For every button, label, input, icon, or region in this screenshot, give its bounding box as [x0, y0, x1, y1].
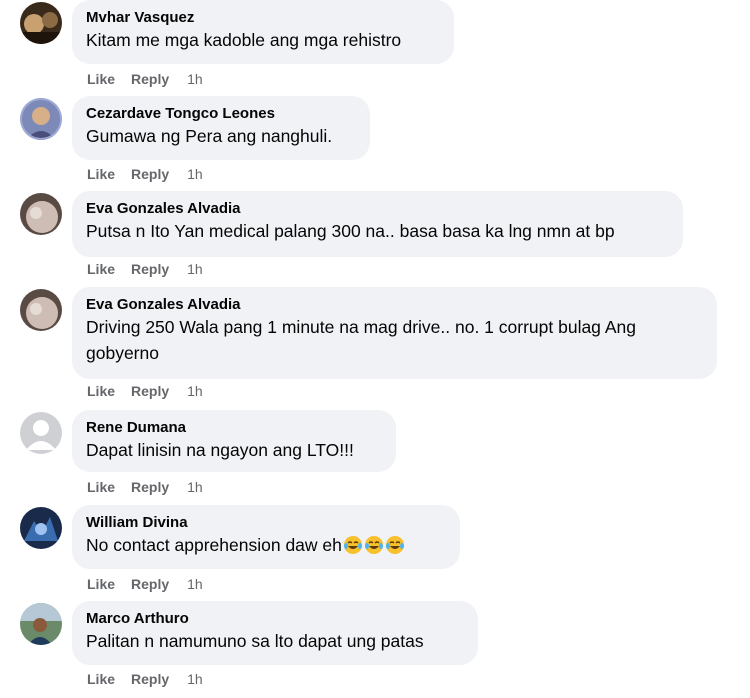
avatar[interactable] — [20, 603, 62, 645]
avatar[interactable] — [20, 412, 62, 454]
reply-button[interactable]: Reply — [131, 166, 169, 182]
comment-text: No contact apprehension daw eh — [86, 535, 342, 555]
like-button[interactable]: Like — [87, 671, 115, 687]
laughing-crying-emoji — [343, 535, 363, 555]
avatar[interactable] — [20, 193, 62, 235]
avatar[interactable] — [20, 507, 62, 549]
like-button[interactable]: Like — [87, 166, 115, 182]
timestamp[interactable]: 1h — [187, 479, 203, 495]
comment-author[interactable]: Mvhar Vasquez — [86, 8, 440, 27]
avatar[interactable] — [20, 98, 62, 140]
like-button[interactable]: Like — [87, 479, 115, 495]
reply-button[interactable]: Reply — [131, 671, 169, 687]
comment-actions: Like Reply 1h — [87, 479, 219, 495]
laughing-crying-emoji — [364, 535, 384, 555]
timestamp[interactable]: 1h — [187, 71, 203, 87]
reply-button[interactable]: Reply — [131, 479, 169, 495]
comment-author[interactable]: William Divina — [86, 513, 446, 532]
comment-actions: Like Reply 1h — [87, 671, 219, 687]
comment-actions: Like Reply 1h — [87, 166, 219, 182]
comment-bubble: Eva Gonzales Alvadia Driving 250 Wala pa… — [72, 287, 717, 379]
comment-bubble: William Divina No contact apprehension d… — [72, 505, 460, 569]
comment-text: Palitan n namumuno sa lto dapat ung pata… — [86, 631, 424, 651]
reply-button[interactable]: Reply — [131, 71, 169, 87]
like-button[interactable]: Like — [87, 576, 115, 592]
timestamp[interactable]: 1h — [187, 576, 203, 592]
timestamp[interactable]: 1h — [187, 383, 203, 399]
comment-author[interactable]: Rene Dumana — [86, 418, 382, 437]
comment-author[interactable]: Eva Gonzales Alvadia — [86, 199, 669, 218]
timestamp[interactable]: 1h — [187, 671, 203, 687]
avatar[interactable] — [20, 2, 62, 44]
like-button[interactable]: Like — [87, 261, 115, 277]
comment-actions: Like Reply 1h — [87, 71, 219, 87]
comment-author[interactable]: Cezardave Tongco Leones — [86, 104, 356, 123]
avatar[interactable] — [20, 289, 62, 331]
comment-author[interactable]: Eva Gonzales Alvadia — [86, 295, 703, 314]
comment-text: Gumawa ng Pera ang nanghuli. — [86, 126, 333, 146]
comment-bubble: Mvhar Vasquez Kitam me mga kadoble ang m… — [72, 0, 454, 64]
reply-button[interactable]: Reply — [131, 383, 169, 399]
comment-actions: Like Reply 1h — [87, 383, 219, 399]
comment-actions: Like Reply 1h — [87, 576, 219, 592]
laughing-crying-emoji — [385, 535, 405, 555]
comment-author[interactable]: Marco Arthuro — [86, 609, 464, 628]
timestamp[interactable]: 1h — [187, 166, 203, 182]
comment-text-row: No contact apprehension daw eh — [86, 532, 446, 558]
like-button[interactable]: Like — [87, 383, 115, 399]
comment-text: Putsa n Ito Yan medical palang 300 na.. … — [86, 221, 615, 241]
comment-bubble: Marco Arthuro Palitan n namumuno sa lto … — [72, 601, 478, 665]
timestamp[interactable]: 1h — [187, 261, 203, 277]
comment-bubble: Rene Dumana Dapat linisin na ngayon ang … — [72, 410, 396, 472]
comment-actions: Like Reply 1h — [87, 261, 219, 277]
comment-text: Kitam me mga kadoble ang mga rehistro — [86, 30, 402, 50]
like-button[interactable]: Like — [87, 71, 115, 87]
reply-button[interactable]: Reply — [131, 576, 169, 592]
comment-text: Dapat linisin na ngayon ang LTO!!! — [86, 440, 354, 460]
reply-button[interactable]: Reply — [131, 261, 169, 277]
comment-text: Driving 250 Wala pang 1 minute na mag dr… — [86, 317, 636, 363]
comment-bubble: Cezardave Tongco Leones Gumawa ng Pera a… — [72, 96, 370, 160]
comment-bubble: Eva Gonzales Alvadia Putsa n Ito Yan med… — [72, 191, 683, 257]
